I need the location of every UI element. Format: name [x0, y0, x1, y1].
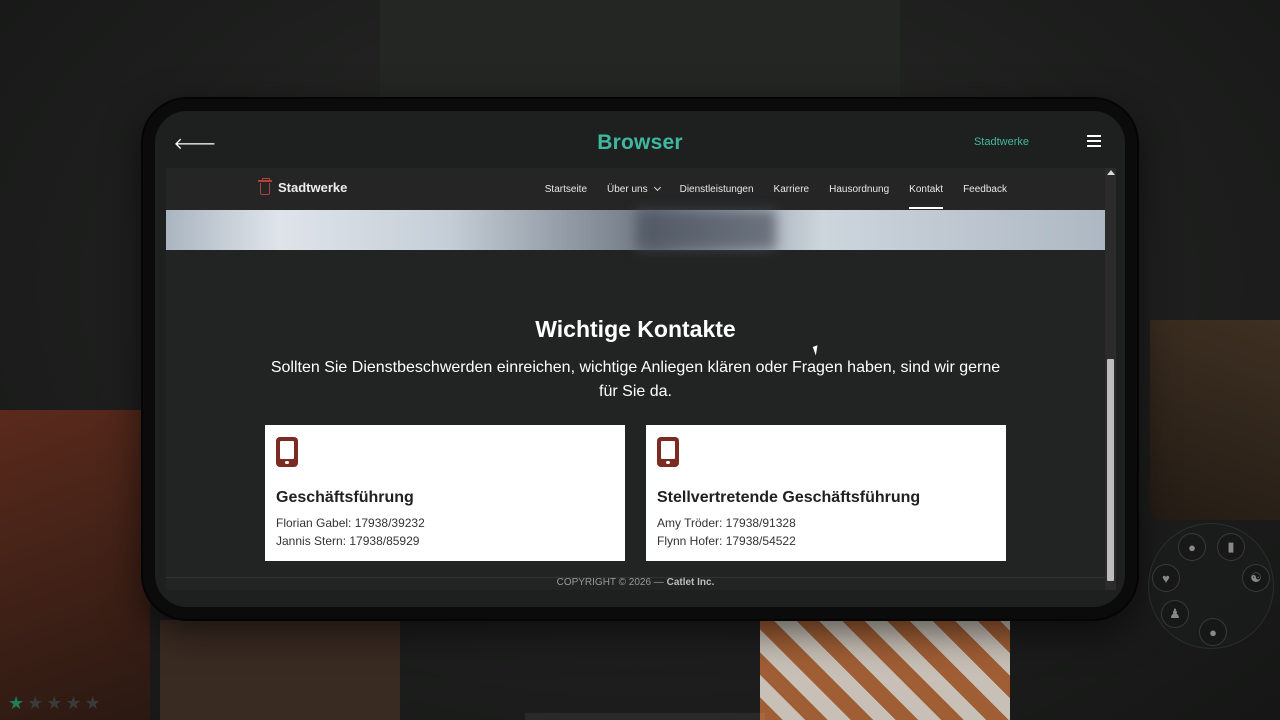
- nav-item-label: Dienstleistungen: [679, 183, 754, 195]
- site-footer: COPYRIGHT © 2026 — Catlet Inc.: [166, 577, 1105, 590]
- hero-image: [166, 210, 1105, 250]
- nav-item-label: Startseite: [544, 183, 588, 195]
- contact-line: Amy Tröder: 17938/91328: [657, 516, 796, 530]
- nav-item-kontakt[interactable]: Kontakt: [909, 168, 943, 210]
- footer-company: Catlet Inc.: [666, 577, 715, 588]
- browser-topbar: 🡐 Browser Stadtwerke: [155, 111, 1125, 175]
- star-icon: ★: [8, 693, 25, 713]
- site-logo[interactable]: Stadtwerke: [258, 178, 348, 195]
- contact-card: Geschäftsführung Florian Gabel: 17938/39…: [265, 425, 625, 561]
- nav-item-label: Karriere: [773, 183, 810, 195]
- nav-item-startseite[interactable]: Startseite: [545, 168, 587, 210]
- nav-item-hausordnung[interactable]: Hausordnung: [829, 168, 889, 210]
- contact-card: Stellvertretende Geschäftsführung Amy Tr…: [646, 425, 1006, 561]
- nav-item-ueber-uns[interactable]: Über uns: [607, 168, 661, 210]
- site-navbar: Stadtwerke Startseite Über uns Dienstlei…: [166, 168, 1105, 211]
- nav-item-label: Hausordnung: [829, 183, 890, 195]
- vertical-scrollbar[interactable]: [1105, 168, 1116, 590]
- scroll-up-icon[interactable]: [1107, 170, 1115, 175]
- chevron-down-icon: [653, 183, 661, 192]
- web-viewport: Stadtwerke Startseite Über uns Dienstlei…: [166, 168, 1105, 590]
- contact-line: Flynn Hofer: 17938/54522: [657, 534, 796, 548]
- back-arrow-icon[interactable]: 🡐: [174, 133, 217, 153]
- heart-icon: ♥: [1152, 564, 1180, 592]
- nav-item-karriere[interactable]: Karriere: [774, 168, 810, 210]
- tablet-screen: 🡐 Browser Stadtwerke Stadtwerke Startsei…: [155, 111, 1125, 607]
- section-subtitle: Sollten Sie Dienstbeschwerden einreichen…: [270, 359, 1001, 400]
- stamina-icon: ☯: [1242, 564, 1270, 592]
- nav-item-dienstleistungen[interactable]: Dienstleistungen: [680, 168, 754, 210]
- card-title: Stellvertretende Geschäftsführung: [657, 489, 921, 506]
- contact-line: Jannis Stern: 17938/85929: [276, 534, 420, 548]
- hamburger-menu-icon[interactable]: [1087, 135, 1101, 149]
- star-icon: ★: [84, 693, 101, 713]
- card-title: Geschäftsführung: [276, 489, 414, 506]
- nav-item-label: Über uns: [607, 183, 648, 195]
- food-icon: ●: [1178, 533, 1206, 561]
- nav-item-label: Feedback: [963, 183, 1007, 195]
- star-icon: ★: [46, 693, 63, 713]
- hotbar: [525, 713, 765, 720]
- drink-icon: ▮: [1217, 533, 1245, 561]
- section-title: Wichtige Kontakte: [535, 316, 736, 342]
- nav-item-label: Kontakt: [909, 183, 944, 195]
- phone-icon: [276, 437, 298, 467]
- trash-can-icon: [258, 178, 272, 195]
- site-logo-text: Stadtwerke: [278, 179, 348, 195]
- star-icon: ★: [27, 693, 44, 713]
- radial-hud: ● ▮ ♥ ☯ ♟ ●: [1148, 523, 1274, 649]
- current-site-label[interactable]: Stadtwerke: [974, 136, 1029, 148]
- star-icon: ★: [65, 693, 82, 713]
- nav-item-feedback[interactable]: Feedback: [963, 168, 1007, 210]
- phone-icon: [657, 437, 679, 467]
- microphone-icon: ●: [1199, 618, 1227, 646]
- tablet-frame: 🡐 Browser Stadtwerke Stadtwerke Startsei…: [143, 99, 1137, 619]
- wanted-stars: ★ ★ ★ ★ ★: [8, 694, 101, 712]
- person-icon: ♟: [1161, 600, 1189, 628]
- footer-copyright: COPYRIGHT © 2026 —: [556, 577, 667, 588]
- scroll-thumb[interactable]: [1107, 359, 1114, 581]
- browser-title: Browser: [597, 131, 683, 154]
- contact-line: Florian Gabel: 17938/39232: [276, 516, 425, 530]
- nav-links: Startseite Über uns Dienstleistungen Kar…: [545, 168, 1007, 210]
